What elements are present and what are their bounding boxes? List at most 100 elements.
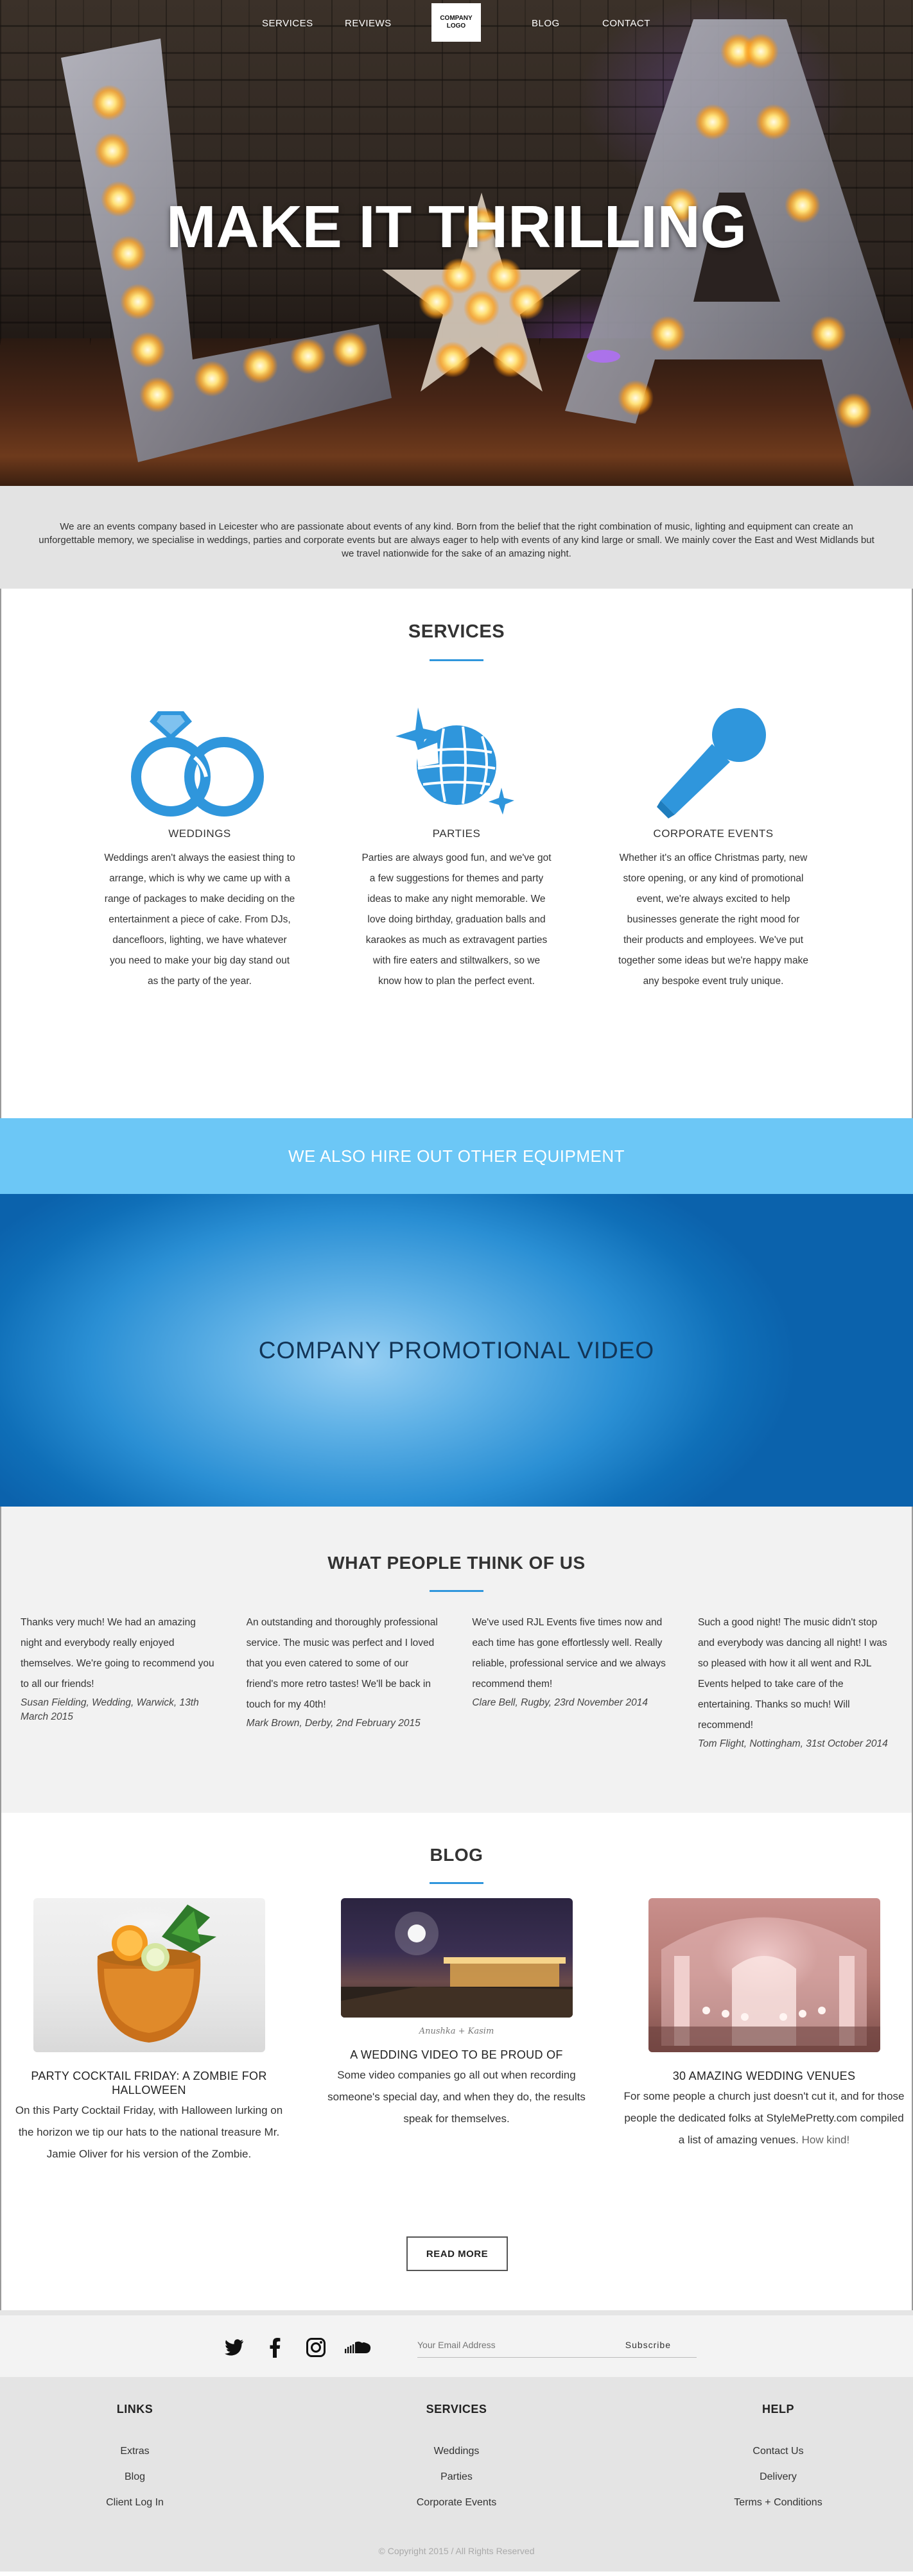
- blog-post-excerpt-text: For some people a church just doesn't cu…: [623, 2090, 905, 2146]
- promotional-video[interactable]: COMPANY PROMOTIONAL VIDEO: [0, 1194, 913, 1507]
- marquee-bulb: [91, 85, 127, 121]
- testimonial: Such a good night! The music didn't stop…: [698, 1612, 894, 1751]
- blog-post-caption: Anushka + Kasim: [419, 2027, 494, 2036]
- service-description: Whether it's an office Christmas party, …: [618, 852, 808, 987]
- facebook-icon[interactable]: [263, 2336, 286, 2359]
- blog-post-image[interactable]: [33, 1898, 265, 2052]
- marquee-bulb: [492, 341, 528, 377]
- footer-column-links: LINKS Extras Blog Client Log In: [0, 2403, 270, 2509]
- footer-link-weddings[interactable]: Weddings: [322, 2446, 591, 2457]
- nav-blog-link[interactable]: BLOG: [532, 18, 560, 29]
- footer-column-help: HELP Contact Us Delivery Terms + Conditi…: [643, 2403, 913, 2509]
- microphone-icon: [657, 708, 766, 818]
- email-input[interactable]: [417, 2332, 610, 2358]
- footer-link-extras[interactable]: Extras: [0, 2446, 270, 2457]
- cocktail-icon: [97, 1905, 216, 2043]
- blog-section: BLOG PARTY COCKTAIL FRIDAY: A ZOMBIE FOR…: [0, 1813, 913, 2310]
- newsletter-form: Subscribe: [417, 2332, 697, 2358]
- nav-contact-link[interactable]: CONTACT: [602, 18, 650, 29]
- top-navigation: SERVICES REVIEWS COMPANY LOGO BLOG CONTA…: [0, 0, 913, 45]
- service-weddings[interactable]: WEDDINGS Weddings aren't always the easi…: [71, 707, 328, 992]
- blog-title: BLOG: [430, 1845, 483, 1865]
- night-venue-icon: [340, 1912, 573, 2018]
- company-logo[interactable]: COMPANY LOGO: [431, 3, 481, 42]
- service-description: Parties are always good fun, and we've g…: [361, 852, 552, 987]
- service-heading: WEDDINGS: [168, 827, 231, 840]
- footer-heading: LINKS: [116, 2403, 153, 2416]
- footer-link-corporate-events[interactable]: Corporate Events: [322, 2497, 591, 2509]
- marquee-bulb: [419, 284, 455, 320]
- service-corporate-events[interactable]: CORPORATE EVENTS Whether it's an office …: [585, 707, 842, 992]
- nav-reviews-link[interactable]: REVIEWS: [345, 18, 392, 29]
- blog-post-excerpt: For some people a church just doesn't cu…: [623, 2086, 905, 2151]
- hero-banner: SERVICES REVIEWS COMPANY LOGO BLOG CONTA…: [0, 0, 913, 486]
- marquee-bulb: [650, 316, 686, 352]
- footer-heading: SERVICES: [426, 2403, 487, 2416]
- marquee-bulb: [756, 104, 792, 140]
- blog-post-heading[interactable]: A WEDDING VIDEO TO BE PROUD OF: [315, 2048, 598, 2062]
- title-divider: [430, 659, 483, 661]
- service-heading: CORPORATE EVENTS: [653, 827, 774, 840]
- marquee-bulb: [290, 338, 326, 374]
- equipment-hire-label: WE ALSO HIRE OUT OTHER EQUIPMENT: [288, 1146, 625, 1166]
- testimonial: An outstanding and thoroughly profession…: [247, 1612, 442, 1751]
- subscribe-button[interactable]: Subscribe: [625, 2340, 671, 2350]
- testimonial-quote: We've used RJL Events five times now and…: [472, 1617, 666, 1690]
- intro-section: We are an events company based in Leices…: [0, 486, 913, 589]
- footer-link-terms[interactable]: Terms + Conditions: [643, 2497, 913, 2509]
- footer-link-parties[interactable]: Parties: [322, 2471, 591, 2483]
- blog-post-excerpt: Some video companies go all out when rec…: [327, 2069, 586, 2125]
- testimonial: Thanks very much! We had an amazing nigh…: [21, 1612, 216, 1751]
- blog-post[interactable]: PARTY COCKTAIL FRIDAY: A ZOMBIE FOR HALL…: [8, 1898, 290, 2165]
- blog-post-heading[interactable]: PARTY COCKTAIL FRIDAY: A ZOMBIE FOR HALL…: [8, 2069, 290, 2097]
- marquee-bulb: [435, 341, 471, 377]
- marquee-bulb: [332, 332, 368, 368]
- nav-services-link[interactable]: SERVICES: [262, 18, 313, 29]
- marquee-bulb: [810, 316, 846, 352]
- read-more-button[interactable]: READ MORE: [406, 2236, 508, 2271]
- footer-column-services: SERVICES Weddings Parties Corporate Even…: [322, 2403, 591, 2509]
- instagram-icon[interactable]: [304, 2336, 327, 2359]
- intro-text: We are an events company based in Leices…: [39, 521, 874, 559]
- twitter-icon[interactable]: [223, 2336, 246, 2359]
- wedding-venue-icon: [648, 1917, 880, 2052]
- blog-post[interactable]: 30 AMAZING WEDDING VENUES For some peopl…: [623, 1898, 905, 2165]
- services-section: SERVICES WEDDINGS Weddings aren't always…: [0, 589, 913, 1118]
- marquee-bulb: [509, 284, 544, 320]
- marquee-bulb: [94, 133, 130, 169]
- footer-link-delivery[interactable]: Delivery: [643, 2471, 913, 2483]
- blog-post-excerpt: On this Party Cocktail Friday, with Hall…: [15, 2104, 283, 2160]
- footer-heading: HELP: [761, 2403, 794, 2416]
- marquee-bulb: [618, 380, 654, 416]
- blog-post-heading[interactable]: 30 AMAZING WEDDING VENUES: [623, 2069, 905, 2083]
- wedding-rings-icon: [131, 711, 264, 817]
- service-heading: PARTIES: [432, 827, 481, 840]
- equipment-hire-banner[interactable]: WE ALSO HIRE OUT OTHER EQUIPMENT: [0, 1118, 913, 1194]
- testimonial-quote: An outstanding and thoroughly profession…: [246, 1617, 438, 1710]
- testimonial-author: Mark Brown, Derby, 2nd February 2015: [246, 1718, 421, 1729]
- blog-post[interactable]: Anushka + Kasim A WEDDING VIDEO TO BE PR…: [315, 1898, 598, 2165]
- service-parties[interactable]: PARTIES Parties are always good fun, and…: [328, 707, 585, 992]
- testimonials-section: WHAT PEOPLE THINK OF US Thanks very much…: [0, 1507, 913, 1813]
- footer-link-client-login[interactable]: Client Log In: [0, 2497, 270, 2509]
- testimonial-quote: Such a good night! The music didn't stop…: [697, 1617, 887, 1731]
- blog-post-excerpt-tail: How kind!: [801, 2134, 850, 2146]
- marquee-bulb: [464, 290, 500, 326]
- marquee-bulb: [836, 393, 872, 429]
- marquee-bulb: [695, 104, 731, 140]
- blog-post-image[interactable]: [648, 1898, 880, 2052]
- blog-post-image[interactable]: [340, 1898, 573, 2018]
- soundcloud-icon[interactable]: [343, 2336, 372, 2359]
- marquee-bulb: [120, 284, 156, 320]
- testimonials-title: WHAT PEOPLE THINK OF US: [327, 1553, 586, 1573]
- testimonial-quote: Thanks very much! We had an amazing nigh…: [21, 1617, 214, 1690]
- testimonial-author: Susan Fielding, Wedding, Warwick, 13th M…: [21, 1697, 199, 1722]
- footer-link-blog[interactable]: Blog: [0, 2471, 270, 2483]
- footer-link-contact-us[interactable]: Contact Us: [643, 2446, 913, 2457]
- copyright-text: © Copyright 2015 / All Rights Reserved: [378, 2546, 535, 2556]
- social-subscribe-bar: Subscribe: [0, 2310, 913, 2377]
- site-footer: LINKS Extras Blog Client Log In SERVICES…: [0, 2377, 913, 2572]
- marquee-bulb: [194, 361, 230, 397]
- service-description: Weddings aren't always the easiest thing…: [104, 852, 295, 987]
- marquee-bulb: [130, 332, 166, 368]
